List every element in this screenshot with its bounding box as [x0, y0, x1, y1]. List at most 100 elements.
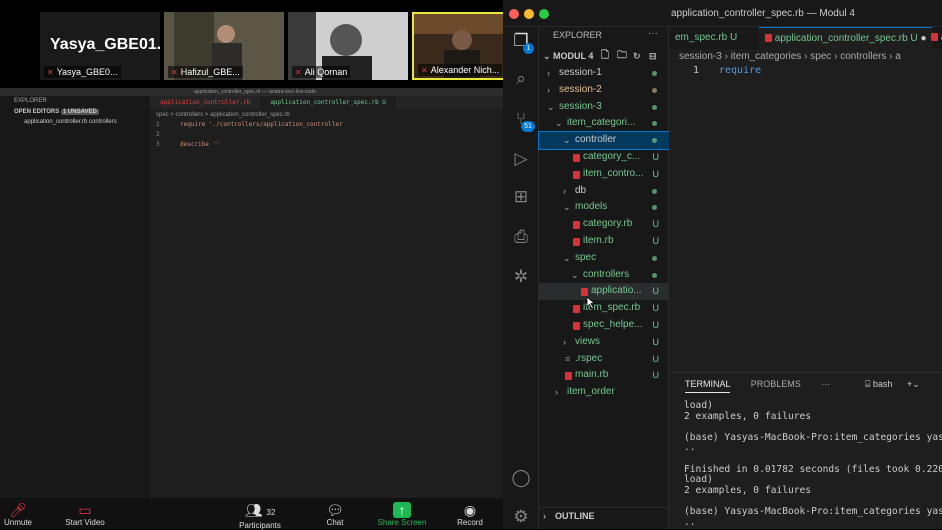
explorer-more-icon[interactable]: ··· [648, 28, 658, 39]
shared-code-line: 1 require './controllers/application_cont… [156, 121, 343, 128]
git-status-badge: U [652, 370, 660, 381]
zoom-toolbar: 🎤︎ Unmute ▭ Start Video 👥︎ 32 Participants … [0, 498, 510, 530]
ruby-file-icon [573, 154, 580, 162]
tree-file[interactable]: applicatio... U [539, 283, 669, 301]
new-folder-icon[interactable]: 🗀︎ [617, 48, 627, 65]
git-status-badge: U [652, 320, 660, 330]
status-dot [652, 71, 657, 76]
search-icon[interactable]: ⌕ [511, 69, 531, 89]
participant-tile[interactable]: ✕ Hafizul_GBE... [164, 12, 284, 80]
tree-file[interactable]: item_contro... U [539, 166, 669, 183]
shared-open-editors: OPEN EDITORS 1 UNSAVED [14, 108, 99, 115]
workspace-root[interactable]: ⌄ MODUL 4 🗋︎ 🗀︎ ↻ ⊟ [539, 48, 669, 65]
tree-folder[interactable]: ⌄ item_categori... [539, 115, 669, 132]
breadcrumb-item[interactable]: spec [810, 51, 831, 62]
tree-file[interactable]: item.rb U [539, 233, 669, 250]
new-file-icon[interactable]: 🗋︎ [601, 48, 609, 65]
chevron-down-icon: ⌄ [571, 269, 579, 280]
ruby-file-icon [573, 221, 580, 230]
tree-folder[interactable]: ⌄ controller [538, 131, 670, 150]
tree-item-label: session-3 [559, 100, 602, 112]
status-dot [652, 188, 657, 194]
tree-folder[interactable]: › session-1 [539, 65, 669, 82]
chevron-down-icon: ⌄ [563, 252, 571, 263]
participants-button[interactable]: 👥︎ 32 Participants [230, 502, 290, 530]
tree-folder[interactable]: ⌄ models [539, 199, 669, 216]
chevron-right-icon: › [563, 185, 566, 196]
kubernetes-icon[interactable]: ✲ [511, 267, 531, 287]
tree-folder[interactable]: ⌄ session-3 [539, 99, 669, 116]
status-dot [652, 255, 657, 261]
tree-file[interactable]: main.rb U [539, 367, 669, 384]
share-screen-button[interactable]: ↑ Share Screen [372, 502, 432, 527]
line-number: 1 [692, 65, 699, 76]
breadcrumb-item[interactable]: item_categories [731, 51, 802, 62]
settings-gear-icon[interactable]: ⚙ [511, 507, 531, 527]
record-icon: ◉ [463, 502, 477, 518]
tree-file[interactable]: item_spec.rb U [539, 300, 669, 317]
tree-item-label: spec [575, 251, 597, 263]
editor-tab[interactable]: em_spec.rb U [669, 27, 743, 49]
participant-tile[interactable]: Yasya_GBE01... ✕ Yasya_GBE0... [40, 12, 160, 80]
editor-area: em_spec.rb U application_controller_spec… [669, 27, 942, 529]
breadcrumb-item[interactable]: session-3 [679, 51, 722, 62]
tree-folder[interactable]: › views U [539, 334, 669, 351]
problems-tab[interactable]: PROBLEMS [751, 379, 801, 389]
minimize-window-button[interactable] [524, 9, 534, 19]
ruby-file-icon [573, 170, 580, 179]
collapse-all-icon[interactable]: ⊟ [649, 48, 657, 65]
tree-folder[interactable]: ⌄ controllers [539, 267, 669, 284]
chat-button[interactable]: 💬︎ Chat [305, 502, 365, 527]
shared-tab[interactable]: application_controller.rb [150, 96, 260, 109]
tree-file[interactable]: category.rb U [539, 216, 669, 233]
tree-file[interactable]: spec_helpe... U [539, 317, 669, 334]
shared-editor: application_controller.rb application_co… [150, 96, 510, 498]
tree-folder[interactable]: ⌄ spec [539, 250, 669, 267]
source-control-icon[interactable]: ⑂ 51 [511, 109, 535, 132]
maximize-window-button[interactable] [539, 9, 549, 19]
add-terminal-icon[interactable]: +⌄ [907, 379, 920, 390]
panel-more-icon[interactable]: ··· [821, 379, 830, 389]
terminal-tab[interactable]: TERMINAL [685, 379, 731, 393]
tree-file[interactable]: category_c... U [539, 149, 669, 166]
shared-tree-item[interactable]: application_controller.rb controllers [0, 117, 150, 128]
participant-tile[interactable]: ✕ Ali Qornan [288, 12, 408, 80]
refresh-icon[interactable]: ↻ [633, 48, 641, 65]
tree-item-label: spec_helpe... [583, 319, 643, 330]
muted-mic-icon: ✕ [47, 67, 54, 77]
unmute-button[interactable]: 🎤︎ Unmute [0, 502, 48, 527]
code-line: 1 require [669, 65, 761, 79]
close-window-button[interactable] [509, 9, 519, 19]
explorer-files-icon[interactable]: ❐ 1 [511, 31, 534, 54]
tree-file[interactable]: ≡ .rspec U [539, 351, 669, 368]
editor-tab-active[interactable]: application_controller_spec.rb U ● [759, 27, 933, 49]
start-video-button[interactable]: ▭ Start Video [55, 502, 115, 527]
record-button[interactable]: ◉ Record [440, 502, 500, 527]
shared-tab-active[interactable]: application_controller_spec.rb U [260, 96, 396, 109]
breadcrumb-separator: › [831, 51, 841, 62]
terminal-output[interactable]: load) 2 examples, 0 failures (base) Yasy… [684, 400, 942, 528]
tree-folder[interactable]: › db [539, 183, 669, 200]
editor-tab[interactable]: a [925, 27, 942, 49]
run-debug-icon[interactable]: ▷ [511, 149, 531, 169]
git-status-badge: U [652, 353, 660, 364]
tree-folder[interactable]: › item_order [539, 384, 669, 401]
git-status-badge: U [652, 168, 660, 179]
outline-section[interactable]: › OUTLINE [539, 507, 669, 524]
extensions-icon[interactable]: ⊞ [511, 187, 531, 207]
git-status-badge: U [652, 236, 660, 246]
account-icon[interactable]: ◯ [511, 468, 531, 488]
tree-item-label: views [575, 335, 601, 347]
breadcrumb-item[interactable]: a [895, 51, 901, 62]
people-icon: 👥︎ 32 [244, 502, 276, 518]
bash-shell-selector[interactable]: ⌸ bash [865, 379, 892, 390]
code-editor[interactable]: 1 require [669, 65, 761, 79]
tree-folder[interactable]: › session-2 [539, 82, 669, 99]
bookmark-icon[interactable]: ⎙ [511, 227, 531, 247]
breadcrumb: session-3 › item_categories › spec › con… [679, 51, 901, 62]
chevron-down-icon: ⌄ [563, 135, 571, 146]
active-speaker-tile[interactable]: ✕ Alexander Nich... [412, 12, 508, 80]
breadcrumb-item[interactable]: controllers [840, 51, 886, 62]
chevron-down-icon: ⌄ [547, 101, 555, 112]
breadcrumb-separator: › [801, 51, 811, 62]
